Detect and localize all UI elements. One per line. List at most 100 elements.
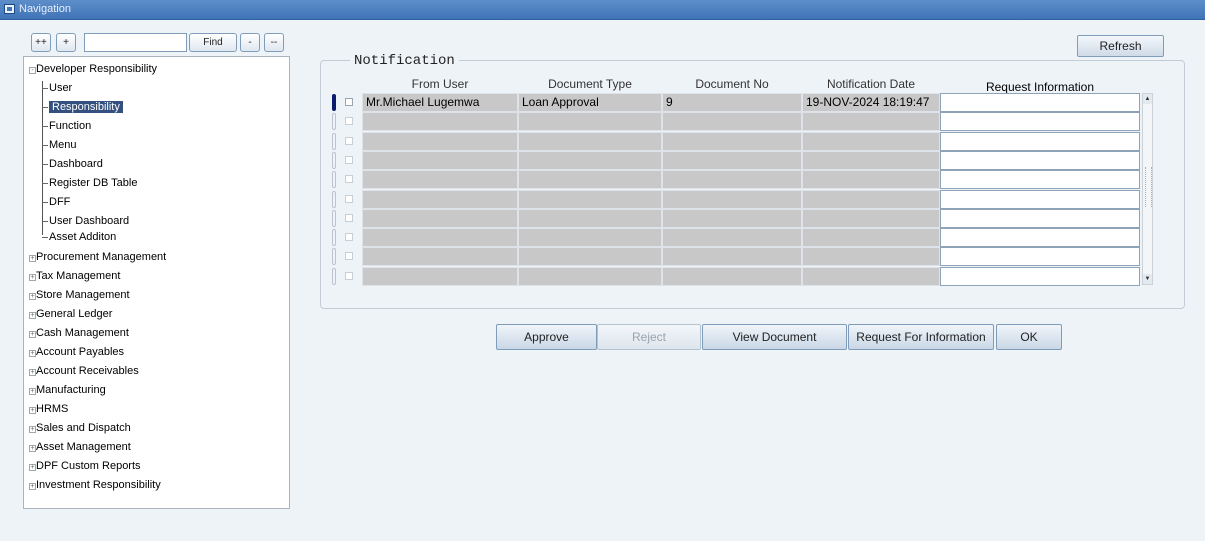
row-select-checkbox[interactable] xyxy=(345,98,353,106)
tree-node-tax-management[interactable]: +Tax Management xyxy=(29,268,120,284)
expand-node-icon[interactable]: + xyxy=(29,350,36,357)
scroll-down-arrow-icon[interactable]: ▼ xyxy=(1143,274,1152,284)
expand-button[interactable]: + xyxy=(56,33,76,52)
expand-node-icon[interactable]: + xyxy=(29,274,36,281)
expand-node-icon[interactable]: + xyxy=(29,426,36,433)
request-information-field[interactable] xyxy=(940,208,1140,228)
tree-node-cash-management[interactable]: +Cash Management xyxy=(29,325,129,341)
collapse-button[interactable]: - xyxy=(240,33,260,52)
tree-node-label: Developer Responsibility xyxy=(36,63,158,75)
notification-row[interactable] xyxy=(332,150,1162,170)
tree-node-general-ledger[interactable]: +General Ledger xyxy=(29,306,112,322)
ok-button[interactable]: OK xyxy=(996,324,1062,350)
tree-node-responsibility[interactable]: Responsibility xyxy=(42,99,123,115)
tree-node-asset-management[interactable]: +Asset Management xyxy=(29,439,131,455)
notification-row[interactable]: Mr.Michael Lugemwa Loan Approval 9 19-NOV-2… xyxy=(332,93,1162,112)
request-information-field[interactable] xyxy=(940,189,1140,209)
scroll-up-arrow-icon[interactable]: ▲ xyxy=(1143,94,1152,104)
row-select-checkbox[interactable] xyxy=(345,117,353,126)
row-select-checkbox[interactable] xyxy=(345,136,353,145)
document-no-cell xyxy=(662,189,802,209)
tree-node-account-receivables[interactable]: +Account Receivables xyxy=(29,363,139,379)
notification-row[interactable] xyxy=(332,266,1162,286)
tree-node-procurement-management[interactable]: +Procurement Management xyxy=(29,249,166,265)
expand-node-icon[interactable]: + xyxy=(29,312,36,319)
tree-node-label: DPF Custom Reports xyxy=(36,460,141,472)
document-type-cell xyxy=(518,150,662,170)
expand-node-icon[interactable]: + xyxy=(29,445,36,452)
request-information-field[interactable] xyxy=(940,150,1140,170)
expand-node-icon[interactable]: + xyxy=(29,483,36,490)
tree-node-hrms[interactable]: +HRMS xyxy=(29,401,68,417)
reject-button[interactable]: Reject xyxy=(597,324,701,350)
row-select-checkbox[interactable] xyxy=(345,175,353,184)
record-indicator[interactable] xyxy=(332,132,336,150)
request-information-field[interactable] xyxy=(940,228,1140,248)
tree-node-label: Store Management xyxy=(36,289,130,301)
row-select-checkbox[interactable] xyxy=(345,252,353,261)
current-record-indicator[interactable] xyxy=(332,94,336,111)
tree-node-asset-additon[interactable]: Asset Additon xyxy=(42,229,116,245)
record-indicator[interactable] xyxy=(332,267,336,285)
expand-node-icon[interactable]: + xyxy=(29,331,36,338)
tree-node-account-payables[interactable]: +Account Payables xyxy=(29,344,124,360)
expand-node-icon[interactable]: + xyxy=(29,255,36,262)
collapse-all-button[interactable]: -- xyxy=(264,33,284,52)
expand-node-icon[interactable]: + xyxy=(29,464,36,471)
row-select-checkbox[interactable] xyxy=(345,194,353,203)
view-document-button[interactable]: View Document xyxy=(702,324,847,350)
request-information-field[interactable] xyxy=(940,170,1140,190)
expand-node-icon[interactable]: + xyxy=(29,293,36,300)
tree-node-register-db-table[interactable]: Register DB Table xyxy=(42,175,137,191)
request-information-field[interactable] xyxy=(940,247,1140,267)
record-indicator[interactable] xyxy=(332,248,336,266)
request-for-information-button[interactable]: Request For Information xyxy=(848,324,994,350)
notification-row[interactable] xyxy=(332,208,1162,228)
record-indicator[interactable] xyxy=(332,190,336,208)
rows-scrollbar[interactable]: ▲ ▼ xyxy=(1142,93,1153,285)
tree-node-user[interactable]: User xyxy=(42,80,72,96)
scroll-thumb[interactable] xyxy=(1145,167,1152,207)
notification-row[interactable] xyxy=(332,112,1162,132)
navigation-tree[interactable]: - Developer Responsibility User Responsib… xyxy=(23,56,290,509)
tree-node-menu[interactable]: Menu xyxy=(42,137,77,153)
tree-node-developer-responsibility[interactable]: - Developer Responsibility xyxy=(29,61,157,77)
tree-node-dff[interactable]: DFF xyxy=(42,194,70,210)
approve-button[interactable]: Approve xyxy=(496,324,597,350)
collapse-node-icon[interactable]: - xyxy=(29,67,36,74)
tree-node-dashboard[interactable]: Dashboard xyxy=(42,156,103,172)
tree-node-investment-responsibility[interactable]: +Investment Responsibility xyxy=(29,477,161,493)
notification-row[interactable] xyxy=(332,170,1162,190)
tree-node-sales-and-dispatch[interactable]: +Sales and Dispatch xyxy=(29,420,131,436)
expand-node-icon[interactable]: + xyxy=(29,369,36,376)
tree-node-function[interactable]: Function xyxy=(42,118,91,134)
row-select-checkbox[interactable] xyxy=(345,233,353,242)
notification-row[interactable] xyxy=(332,131,1162,151)
request-information-field[interactable] xyxy=(940,266,1140,286)
record-indicator[interactable] xyxy=(332,171,336,189)
row-select-checkbox[interactable] xyxy=(345,271,353,280)
expand-node-icon[interactable]: + xyxy=(29,407,36,414)
expand-all-button[interactable]: ++ xyxy=(31,33,51,52)
tree-node-manufacturing[interactable]: +Manufacturing xyxy=(29,382,106,398)
notification-row[interactable] xyxy=(332,247,1162,267)
refresh-button[interactable]: Refresh xyxy=(1077,35,1164,57)
tree-node-user-dashboard[interactable]: User Dashboard xyxy=(42,213,129,229)
notification-row[interactable] xyxy=(332,228,1162,248)
find-button[interactable]: Find xyxy=(189,33,237,52)
record-indicator[interactable] xyxy=(332,229,336,247)
request-information-field[interactable] xyxy=(940,112,1140,132)
request-information-field[interactable] xyxy=(940,131,1140,151)
from-user-cell xyxy=(362,266,518,286)
record-indicator[interactable] xyxy=(332,209,336,227)
row-select-checkbox[interactable] xyxy=(345,155,353,164)
tree-node-store-management[interactable]: +Store Management xyxy=(29,287,130,303)
notification-row[interactable] xyxy=(332,189,1162,209)
request-information-field[interactable] xyxy=(940,93,1140,112)
expand-node-icon[interactable]: + xyxy=(29,388,36,395)
record-indicator[interactable] xyxy=(332,151,336,169)
tree-search-input[interactable] xyxy=(84,33,187,52)
row-select-checkbox[interactable] xyxy=(345,213,353,222)
tree-node-dpf-custom-reports[interactable]: +DPF Custom Reports xyxy=(29,458,141,474)
record-indicator[interactable] xyxy=(332,113,336,131)
